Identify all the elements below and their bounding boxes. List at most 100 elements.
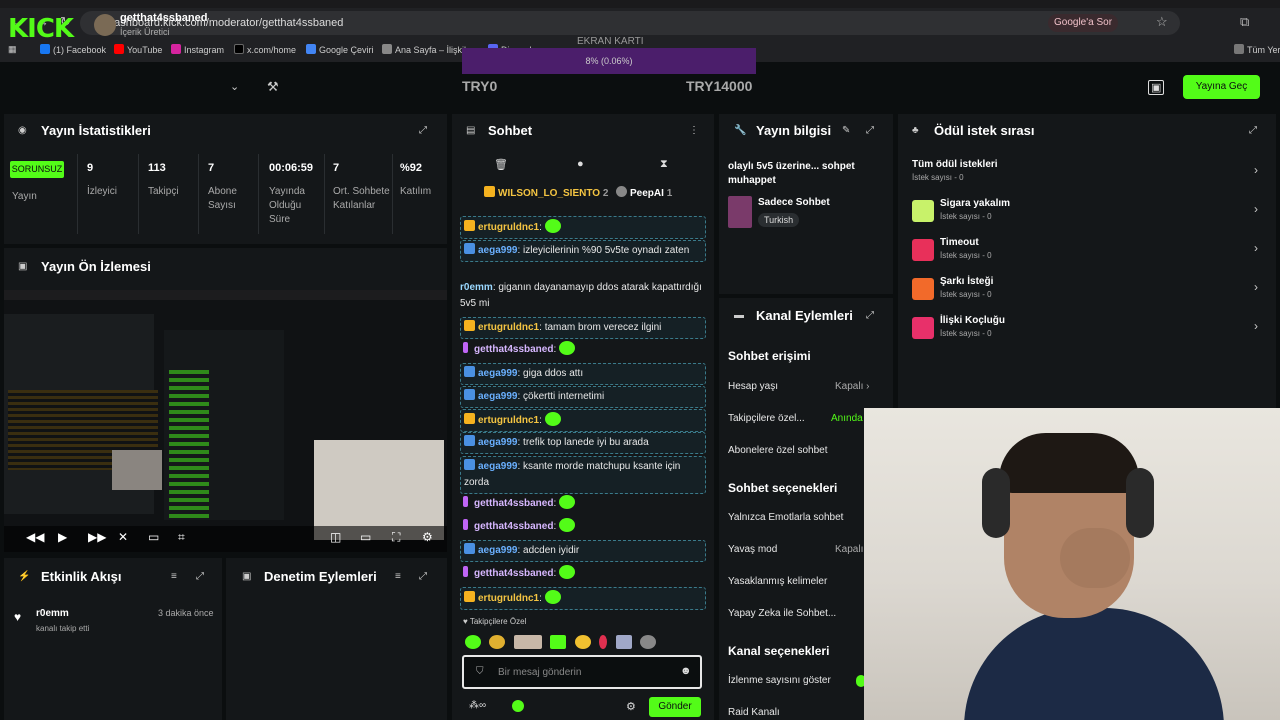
emote-bar[interactable] [465,633,697,651]
pip-icon[interactable]: ▭ [148,530,159,544]
expand-icon[interactable]: ⤢ [866,310,874,321]
chat-message[interactable]: getthat4ssbaned: [460,565,706,582]
chat-message[interactable]: aega999: trefik top lanede iyi bu arada [460,432,706,454]
filter-icon[interactable]: ≡ [395,571,401,582]
chat-message[interactable]: getthat4ssbaned: [460,341,706,358]
filter-icon[interactable]: ≡ [171,571,177,582]
slow-mode-value[interactable]: Kapalı [835,544,863,555]
expand-icon[interactable]: ⤢ [866,125,874,136]
chat-input[interactable]: ⛉ Bir mesaj gönderin ☻ [462,655,702,689]
screenshot-icon[interactable]: ◫ [330,530,341,544]
hourglass-icon[interactable]: ⧗ [660,158,668,171]
extensions-icon[interactable]: ⧉ [1240,14,1249,30]
pinned-user-1[interactable]: WILSON_LO_SIENTO 2 [484,186,608,199]
translate-icon [306,44,316,54]
crop-icon[interactable]: ⌗ [178,530,185,545]
bookmark-instagram[interactable]: Instagram [171,44,224,55]
expand-icon[interactable]: ⤢ [419,125,427,136]
bookmark-star-icon[interactable]: ☆ [1156,14,1168,30]
bookmark-facebook[interactable]: (1) Facebook [40,44,106,55]
hammer-icon[interactable]: ⚒ [267,79,279,95]
address-bar[interactable]: dashboard.kick.com/moderator/getthat4ssb… [80,11,1180,35]
language-tag: Turkish [758,213,800,227]
go-live-button[interactable]: Yayına Geç [1183,75,1260,99]
gift-icon [912,239,934,261]
gift-icon [912,200,934,222]
chat-settings-icon[interactable]: ⚙ [626,700,636,713]
expand-icon[interactable]: ⤢ [419,571,427,582]
google-search-chip[interactable]: Google'a Sor [1048,14,1119,32]
account-age-value[interactable]: Kapalı › [835,381,869,392]
shield-icon: ▣ [242,571,252,582]
bolt-icon: ⚡ [18,571,31,582]
trash-icon[interactable]: 🗑 [494,158,508,171]
apps-icon[interactable]: ▦ [8,44,17,55]
rewind-icon[interactable]: ◀◀ [26,530,44,544]
followers-only-toggle-label: Takipçilere özel... [728,413,805,424]
chat-message[interactable]: aega999: ksante morde matchupu ksante iç… [460,456,706,494]
more-vertical-icon[interactable]: ⋮ [689,125,699,136]
status-badge: SORUNSUZ [10,161,64,178]
facebook-icon [40,44,50,54]
play-icon[interactable]: ▶ [58,530,67,544]
bookmark-youtube[interactable]: YouTube [114,44,162,55]
status-label: Yayın [12,191,37,202]
reward-row[interactable]: Timeout İstek sayısı - 0 › [912,235,1262,269]
chat-message[interactable]: ertugruldnc1: tamam brom verecez ilgini [460,317,706,339]
bookmark-google-translate[interactable]: Google Çeviri [306,44,374,55]
followers-only-value[interactable]: Anında [831,413,863,424]
expand-icon[interactable]: ⤢ [196,571,204,582]
all-bookmarks[interactable]: Tüm Yer [1234,44,1280,55]
points-icon[interactable]: ⁂∞ [469,700,486,711]
person-hand [1060,528,1130,588]
mod-icon[interactable]: ▣ [1148,80,1165,95]
subscribers-only-label: Abonelere özel sohbet [728,445,828,456]
kick-coin-icon[interactable] [512,700,524,712]
chat-message[interactable]: aega999: adcden iyidir [460,540,706,562]
stream-info-title: Yayın bilgisi [756,123,832,138]
reward-row[interactable]: Şarkı İsteği İstek sayısı - 0 › [912,274,1262,308]
emoji-icon[interactable]: ☻ [680,665,692,677]
chat-message[interactable]: aega999: çökertti internetimi [460,386,706,408]
fast-forward-icon[interactable]: ▶▶ [88,530,106,544]
chat-message[interactable]: getthat4ssbaned: [460,495,706,512]
expand-icon[interactable]: ⤢ [1249,125,1257,136]
activity-time: 3 dakika önce [158,608,214,618]
theater-icon[interactable]: ▭ [360,530,371,544]
banned-words-label[interactable]: Yasaklanmış kelimeler [728,576,827,587]
chat-message[interactable]: ertugruldnc1: [460,216,706,239]
mute-icon[interactable]: ✕ [118,530,128,544]
fullscreen-icon[interactable]: ⛶ [392,530,400,545]
kick-emote-icon [559,565,576,579]
stat-engagement-value: %92 [400,162,423,174]
ai-chat-label[interactable]: Yapay Zeka ile Sohbet... [728,608,836,619]
stat-engagement-label: Katılım [400,186,432,197]
stream-preview-video[interactable]: ◀◀ ▶ ▶▶ ✕ ▭ ⌗ ◫ ▭ ⛶ ⚙ [4,290,447,552]
pinned-user-2[interactable]: PeepAI 1 [616,186,672,199]
settings-gear-icon[interactable]: ⚙ [422,530,433,544]
chat-message[interactable]: r0emm: giganın dayanamayıp ddos atarak k… [460,280,706,312]
chat-message[interactable]: ertugruldnc1: [460,409,706,432]
reward-row-all[interactable]: Tüm ödül istekleri İstek sayısı - 0 › [912,157,1262,191]
chat-message[interactable]: aega999: izleyicilerinin %90 5v5te oynad… [460,240,706,262]
message-icon[interactable]: ● [577,158,584,170]
reward-row[interactable]: İlişki Koçluğu İstek sayısı - 0 › [912,313,1262,347]
avatar[interactable] [94,14,116,36]
reward-row[interactable]: Sigara yakalım İstek sayısı - 0 › [912,196,1262,230]
chat-message[interactable]: ertugruldnc1: [460,587,706,610]
kick-emote-icon [559,518,576,532]
chevron-down-icon[interactable]: ⌄ [230,80,239,93]
send-button[interactable]: Gönder [649,697,701,717]
browser-tab-strip [0,0,1280,8]
chat-message[interactable]: aega999: giga ddos attı [460,363,706,385]
edit-icon[interactable]: ✎ [842,125,850,136]
raid-label[interactable]: Raid Kanalı [728,707,780,718]
kick-emote-icon [559,341,576,355]
gift-icon [912,317,934,339]
chat-message[interactable]: getthat4ssbaned: [460,518,706,535]
gift-icon [912,278,934,300]
bookmark-x[interactable]: x.com/home [234,44,296,55]
kick-logo[interactable]: KICK [8,14,74,44]
kick-emote-icon [544,590,561,604]
goal-target: TRY14000 [686,78,753,94]
